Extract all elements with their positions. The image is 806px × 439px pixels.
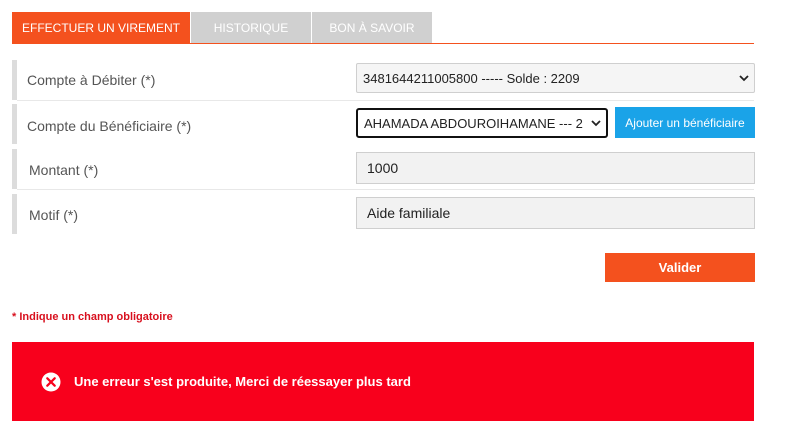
ajouter-beneficiaire-button[interactable]: Ajouter un bénéficiaire: [615, 107, 755, 138]
row-indicator: [12, 60, 17, 100]
tab-effectuer-virement[interactable]: EFFECTUER UN VIREMENT: [12, 12, 190, 44]
error-alert: Une erreur s'est produite, Merci de rées…: [12, 342, 754, 421]
tab-historique[interactable]: HISTORIQUE: [190, 12, 311, 44]
compte-debiter-value: 3481644211005800 ----- Solde : 2209: [363, 70, 580, 86]
chevron-down-icon: [739, 75, 749, 82]
compte-debiter-label: Compte à Débiter (*): [27, 72, 156, 88]
compte-beneficiaire-value: AHAMADA ABDOUROIHAMANE --- 2: [364, 115, 583, 131]
motif-label: Motif (*): [29, 207, 78, 223]
tab-underline: [12, 43, 754, 44]
montant-label: Montant (*): [29, 162, 99, 178]
row-divider: [17, 189, 754, 190]
tab-bar: EFFECTUER UN VIREMENT HISTORIQUE BON À S…: [12, 12, 754, 44]
error-message: Une erreur s'est produite, Merci de rées…: [74, 374, 411, 389]
row-divider: [17, 100, 754, 101]
row-indicator: [12, 194, 17, 234]
compte-beneficiaire-label: Compte du Bénéficiaire (*): [27, 118, 192, 134]
compte-beneficiaire-select[interactable]: AHAMADA ABDOUROIHAMANE --- 2: [356, 108, 608, 138]
montant-value: 1000: [367, 160, 399, 176]
chevron-down-icon: [591, 120, 601, 127]
montant-input[interactable]: 1000: [356, 152, 755, 184]
compte-debiter-select[interactable]: 3481644211005800 ----- Solde : 2209: [356, 63, 755, 93]
motif-value: Aide familiale: [367, 205, 451, 221]
row-indicator: [12, 149, 17, 189]
close-circle-icon: [41, 372, 61, 392]
tab-bon-a-savoir[interactable]: BON À SAVOIR: [311, 12, 432, 44]
valider-button[interactable]: Valider: [605, 253, 755, 282]
row-indicator: [12, 104, 17, 144]
motif-input[interactable]: Aide familiale: [356, 197, 755, 229]
required-field-note: * Indique un champ obligatoire: [12, 311, 173, 323]
